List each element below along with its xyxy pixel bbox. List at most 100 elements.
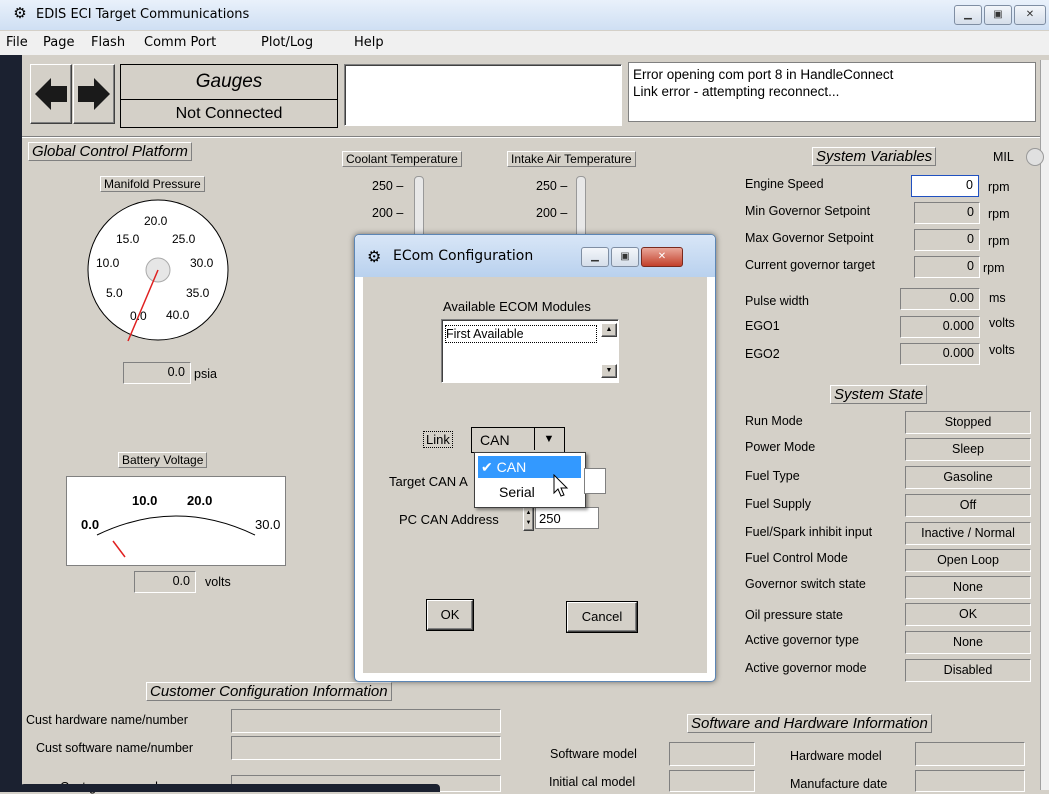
cust-software-field xyxy=(231,736,501,760)
vertical-scrollbar[interactable] xyxy=(1040,60,1049,790)
page-title-box: Gauges Not Connected xyxy=(120,64,338,128)
message-line: Link error - attempting reconnect... xyxy=(633,84,840,99)
dialog-maximize-icon[interactable]: ▣ xyxy=(611,247,639,267)
dialog-title: ECom Configuration xyxy=(393,248,534,264)
back-arrow-icon xyxy=(35,78,67,110)
manifold-value: 0.0 xyxy=(123,362,191,384)
sysstate-label: Oil pressure state xyxy=(745,608,843,622)
manifold-tick-label: 30.0 xyxy=(190,256,214,270)
dropdown-option-label: CAN xyxy=(496,459,527,475)
active-governor-mode-value: Disabled xyxy=(905,659,1031,682)
cancel-button[interactable]: Cancel xyxy=(567,602,637,632)
window-title: EDIS ECI Target Communications xyxy=(36,7,250,22)
active-governor-type-value: None xyxy=(905,631,1031,654)
min-governor-value: 0 xyxy=(914,202,980,224)
dialog-app-icon: ⚙ xyxy=(367,249,382,266)
back-button[interactable] xyxy=(30,64,72,124)
sysvar-unit: volts xyxy=(989,316,1015,330)
engine-speed-value: 0 xyxy=(911,175,979,197)
app-icon: ⚙ xyxy=(13,5,27,22)
cust-label: Cust hardware name/number xyxy=(26,713,188,727)
sysvar-label: Min Governor Setpoint xyxy=(745,204,871,218)
battery-unit: volts xyxy=(205,575,231,589)
pc-can-input[interactable]: 250 xyxy=(535,507,599,529)
intake-temp-bar xyxy=(576,176,586,238)
mil-label: MIL xyxy=(993,150,1014,164)
menu-plot-log[interactable]: Plot/Log xyxy=(261,35,313,50)
fuel-type-value: Gasoline xyxy=(905,466,1031,489)
checkmark-icon: ✔ xyxy=(481,459,493,475)
ok-button[interactable]: OK xyxy=(427,600,473,630)
manifold-tick-label: 40.0 xyxy=(166,308,190,322)
manufacture-date-field xyxy=(915,770,1025,792)
menu-page[interactable]: Page xyxy=(43,35,74,50)
fuel-control-mode-value: Open Loop xyxy=(905,549,1031,572)
battery-tick-label: 10.0 xyxy=(132,493,158,508)
minimize-icon[interactable]: ▁ xyxy=(954,5,982,25)
sysstate-label: Power Mode xyxy=(745,440,816,454)
manifold-tick-label: 15.0 xyxy=(116,232,140,246)
sysvar-unit: volts xyxy=(989,343,1015,357)
hw-label: Hardware model xyxy=(790,749,882,763)
coolant-tick-label: 250 – xyxy=(372,179,404,193)
sysstate-label: Active governor mode xyxy=(745,661,867,675)
link-select[interactable]: CAN ▼ xyxy=(471,427,565,453)
modules-listbox[interactable]: First Available ▲ ▼ xyxy=(441,319,619,383)
target-can-input[interactable] xyxy=(584,468,606,494)
intake-tick-label: 200 – xyxy=(536,206,568,220)
mil-indicator xyxy=(1026,148,1044,166)
list-scroll-up-icon[interactable]: ▲ xyxy=(601,323,617,337)
governor-switch-value: None xyxy=(905,576,1031,599)
sysvar-unit: rpm xyxy=(988,234,1010,248)
close-icon[interactable]: ✕ xyxy=(1014,5,1046,25)
message-log: Error opening com port 8 in HandleConnec… xyxy=(628,62,1036,122)
sysvar-unit: rpm xyxy=(988,207,1010,221)
fuel-supply-value: Off xyxy=(905,494,1031,517)
initial-cal-field xyxy=(669,770,755,792)
sysstate-label: Run Mode xyxy=(745,414,803,428)
sw-label: Software model xyxy=(550,747,637,761)
sysstate-label: Fuel Control Mode xyxy=(745,551,848,565)
cust-hardware-field xyxy=(231,709,501,733)
list-scroll-down-icon[interactable]: ▼ xyxy=(601,364,617,378)
menu-comm-port[interactable]: Comm Port xyxy=(144,35,216,50)
dropdown-option-serial[interactable]: Serial xyxy=(499,484,535,500)
oil-pressure-value: OK xyxy=(905,603,1031,626)
pc-can-spinner[interactable]: ▲ ▼ xyxy=(523,507,534,531)
link-label: Link xyxy=(423,431,453,448)
menu-file[interactable]: File xyxy=(6,35,28,50)
status-indicator-box xyxy=(344,64,622,126)
dialog-minimize-icon[interactable]: ▁ xyxy=(581,247,609,267)
taskbar-edge xyxy=(20,784,440,792)
sysvar-label: Pulse width xyxy=(745,294,809,308)
menu-flash[interactable]: Flash xyxy=(91,35,125,50)
pc-can-label: PC CAN Address xyxy=(399,512,499,527)
sysvar-label: EGO1 xyxy=(745,319,780,333)
manifold-label: Manifold Pressure xyxy=(100,176,205,192)
max-governor-value: 0 xyxy=(914,229,980,251)
chevron-down-icon[interactable]: ▼ xyxy=(534,428,563,450)
cust-label: Cust software name/number xyxy=(36,741,194,755)
sysvar-label: Current governor target xyxy=(745,258,875,272)
run-mode-value: Stopped xyxy=(905,411,1031,434)
menu-help[interactable]: Help xyxy=(354,35,384,50)
system-variables-title: System Variables xyxy=(812,147,937,166)
dialog-close-icon[interactable]: ✕ xyxy=(641,247,683,267)
page-title: Gauges xyxy=(195,71,263,92)
sysstate-label: Active governor type xyxy=(745,633,859,647)
target-can-label: Target CAN A xyxy=(389,474,468,489)
software-hardware-title: Software and Hardware Information xyxy=(687,714,932,733)
maximize-icon[interactable]: ▣ xyxy=(984,5,1012,25)
customer-config-title: Customer Configuration Information xyxy=(146,682,392,701)
sysvar-label: EGO2 xyxy=(745,347,780,361)
mouse-cursor-icon xyxy=(553,474,569,497)
forward-button[interactable] xyxy=(73,64,115,124)
manifold-tick-label: 20.0 xyxy=(144,214,168,228)
sysstate-label: Fuel Type xyxy=(745,469,800,483)
governor-target-value: 0 xyxy=(914,256,980,278)
intake-temp-label: Intake Air Temperature xyxy=(507,151,636,167)
ego1-value: 0.000 xyxy=(900,316,980,338)
module-item[interactable]: First Available xyxy=(445,325,597,343)
link-select-value: CAN xyxy=(480,432,510,448)
software-model-field xyxy=(669,742,755,766)
